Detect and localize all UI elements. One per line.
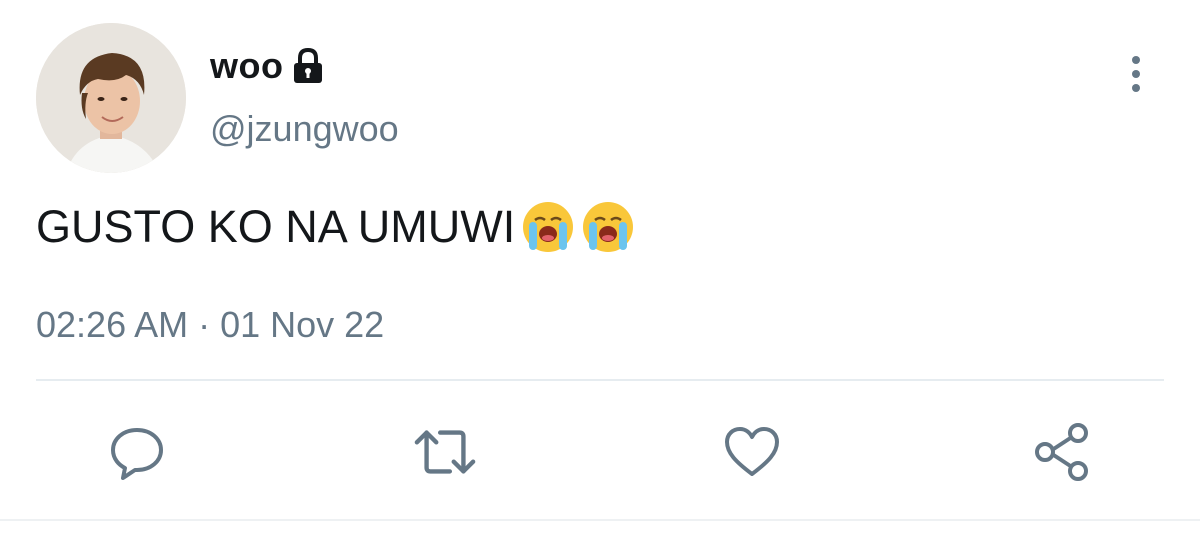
lock-icon <box>291 47 325 85</box>
more-vertical-icon <box>1132 56 1140 92</box>
handle[interactable]: @jzungwoo <box>210 108 399 150</box>
like-button[interactable] <box>720 420 784 484</box>
share-button[interactable] <box>1030 420 1094 484</box>
heart-icon <box>725 427 779 476</box>
retweet-button[interactable] <box>413 420 477 484</box>
more-options-button[interactable] <box>1118 48 1154 100</box>
tweet-text: GUSTO KO NA UMUWI <box>36 200 635 254</box>
reply-button[interactable] <box>105 420 169 484</box>
profile-photo <box>36 23 186 173</box>
divider <box>36 379 1164 381</box>
loudly-crying-face-icon <box>521 200 575 254</box>
author-name-row: woo <box>210 42 325 90</box>
loudly-crying-face-icon <box>581 200 635 254</box>
timestamp[interactable]: 02:26 AM · 01 Nov 22 <box>36 304 384 346</box>
speech-bubble-icon <box>111 428 163 480</box>
bottom-divider <box>0 519 1200 521</box>
display-name[interactable]: woo <box>210 45 283 87</box>
share-nodes-icon <box>1035 423 1088 481</box>
retweet-arrows-icon <box>414 430 476 474</box>
tweet-body: GUSTO KO NA UMUWI <box>36 201 516 252</box>
action-bar <box>0 420 1200 484</box>
avatar[interactable] <box>36 23 186 173</box>
